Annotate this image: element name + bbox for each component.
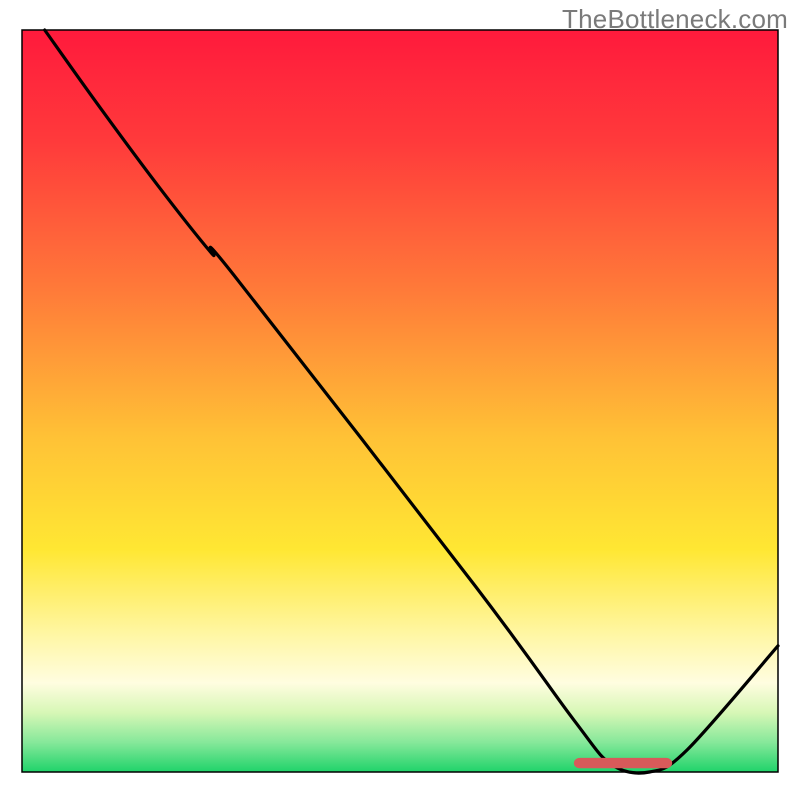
chart-container: TheBottleneck.com [0, 0, 800, 800]
gradient-background [22, 30, 778, 772]
watermark-text: TheBottleneck.com [562, 4, 788, 35]
bottleneck-chart [0, 0, 800, 800]
optimal-region-marker [574, 758, 672, 768]
